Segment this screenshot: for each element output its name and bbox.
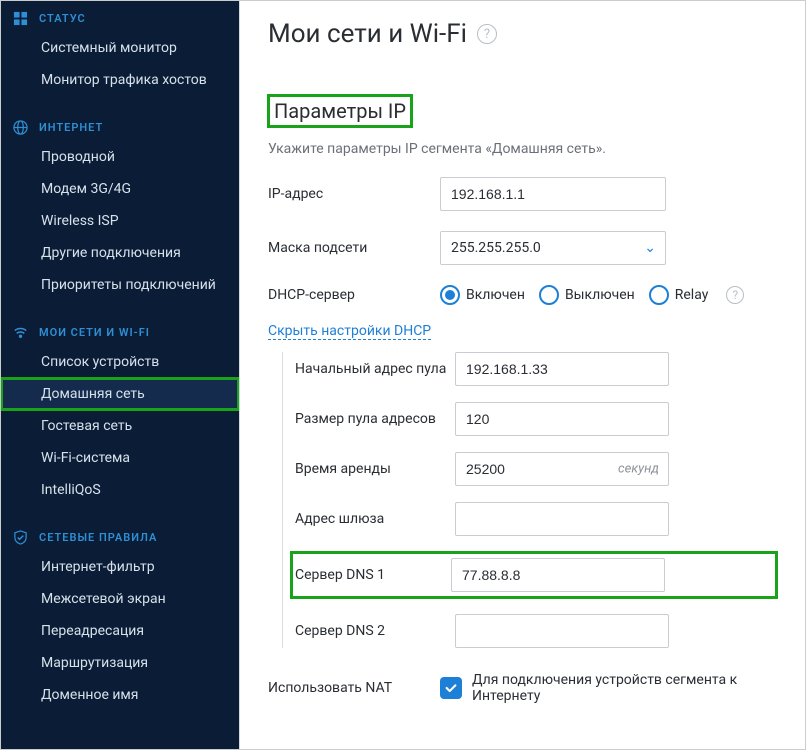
ip-address-label: IP-адрес — [268, 186, 440, 202]
check-icon — [444, 681, 458, 695]
dhcp-radio-group: Включен Выключен Relay ? — [440, 285, 744, 305]
row-ip-address: IP-адрес — [268, 177, 777, 211]
sidebar-item-modem[interactable]: Модем 3G/4G — [1, 173, 239, 205]
toggle-dhcp-settings-link[interactable]: Скрыть настройки DHCP — [268, 323, 431, 340]
radio-icon — [539, 285, 559, 305]
dhcp-radio-relay-label: Relay — [675, 287, 709, 303]
subnet-mask-value: 255.255.255.0 — [451, 240, 541, 256]
sidebar-item-device-list[interactable]: Список устройств — [1, 346, 239, 378]
row-use-nat: Использовать NAT Для подключения устройс… — [268, 672, 777, 704]
sidebar-item-domain-name[interactable]: Доменное имя — [1, 679, 239, 711]
sidebar-item-intelliqos[interactable]: IntelliQoS — [1, 474, 239, 506]
gateway-label: Адрес шлюза — [295, 511, 455, 527]
row-subnet-mask: Маска подсети 255.255.255.0 ⌄ — [268, 231, 777, 265]
dhcp-radio-relay[interactable]: Relay — [649, 285, 713, 305]
use-nat-label: Использовать NAT — [268, 680, 440, 696]
pool-start-input[interactable] — [455, 352, 669, 386]
radio-icon — [440, 285, 460, 305]
help-icon[interactable]: ? — [726, 286, 744, 304]
sidebar-item-guest-network[interactable]: Гостевая сеть — [1, 410, 239, 442]
wifi-icon — [11, 325, 29, 340]
dashboard-icon — [11, 11, 29, 26]
row-dhcp-server: DHCP-сервер Включен Выключен Relay ? — [268, 285, 777, 305]
sidebar-item-internet-filter[interactable]: Интернет-фильтр — [1, 551, 239, 583]
sidebar-item-wired[interactable]: Проводной — [1, 141, 239, 173]
sidebar-group-header-rules[interactable]: СЕТЕВЫЕ ПРАВИЛА — [1, 524, 239, 551]
row-gateway: Адрес шлюза — [295, 502, 777, 536]
page-title-row: Мои сети и Wi-Fi ? — [240, 1, 805, 59]
row-dns1: Сервер DNS 1 — [291, 552, 777, 598]
dhcp-settings-block: Начальный адрес пула Размер пула адресов… — [282, 352, 777, 648]
sidebar-group-label: СЕТЕВЫЕ ПРАВИЛА — [39, 531, 157, 544]
dhcp-radio-off-label: Выключен — [565, 287, 635, 303]
ip-parameters-section: Параметры IP Укажите параметры IP сегмен… — [240, 95, 805, 704]
lease-time-label: Время аренды — [295, 461, 455, 477]
sidebar-item-port-forwarding[interactable]: Переадресация — [1, 615, 239, 647]
globe-icon — [11, 120, 29, 135]
sidebar-group-header-internet[interactable]: ИНТЕРНЕТ — [1, 114, 239, 141]
pool-size-input[interactable] — [455, 402, 669, 436]
sidebar-item-home-network[interactable]: Домашняя сеть — [1, 378, 239, 410]
sidebar-item-traffic-monitor[interactable]: Монитор трафика хостов — [1, 64, 239, 96]
dns2-label: Сервер DNS 2 — [295, 623, 455, 639]
sidebar-group-header-status[interactable]: СТАТУС — [1, 5, 239, 32]
help-icon[interactable]: ? — [477, 24, 497, 44]
sidebar-item-firewall[interactable]: Межсетевой экран — [1, 583, 239, 615]
use-nat-checkbox[interactable] — [440, 677, 462, 699]
dhcp-server-label: DHCP-сервер — [268, 287, 440, 303]
sidebar-group-header-networks[interactable]: МОИ СЕТИ И WI-FI — [1, 319, 239, 346]
ip-address-input[interactable] — [440, 177, 666, 211]
gateway-input[interactable] — [455, 502, 669, 536]
page-title: Мои сети и Wi-Fi — [268, 19, 467, 49]
row-lease-time: Время аренды секунд — [295, 452, 777, 486]
dns2-input[interactable] — [455, 614, 669, 648]
dhcp-radio-on[interactable]: Включен — [440, 285, 529, 305]
dhcp-radio-on-label: Включен — [466, 287, 525, 303]
sidebar-item-routing[interactable]: Маршрутизация — [1, 647, 239, 679]
shield-icon — [11, 530, 29, 545]
section-description: Укажите параметры IP сегмента «Домашняя … — [268, 141, 777, 157]
sidebar-item-wifi-system[interactable]: Wi-Fi-система — [1, 442, 239, 474]
dhcp-radio-off[interactable]: Выключен — [539, 285, 639, 305]
sidebar: СТАТУС Системный монитор Монитор трафика… — [1, 1, 239, 749]
sidebar-item-priorities[interactable]: Приоритеты подключений — [1, 269, 239, 301]
row-pool-size: Размер пула адресов — [295, 402, 777, 436]
sidebar-item-wireless-isp[interactable]: Wireless ISP — [1, 205, 239, 237]
sidebar-item-other-connections[interactable]: Другие подключения — [1, 237, 239, 269]
row-pool-start: Начальный адрес пула — [295, 352, 777, 386]
use-nat-description: Для подключения устройств сегмента к Инт… — [472, 672, 777, 704]
sidebar-group-label: СТАТУС — [39, 12, 86, 25]
row-dns2: Сервер DNS 2 — [295, 614, 777, 648]
sidebar-item-system-monitor[interactable]: Системный монитор — [1, 32, 239, 64]
sidebar-group-label: МОИ СЕТИ И WI-FI — [39, 326, 150, 339]
main-content: Мои сети и Wi-Fi ? Параметры IP Укажите … — [239, 1, 805, 749]
pool-start-label: Начальный адрес пула — [295, 361, 455, 377]
section-title: Параметры IP — [268, 95, 412, 127]
subnet-mask-select[interactable]: 255.255.255.0 ⌄ — [440, 231, 666, 265]
subnet-mask-label: Маска подсети — [268, 240, 440, 256]
radio-icon — [649, 285, 669, 305]
pool-size-label: Размер пула адресов — [295, 411, 455, 427]
dns1-input[interactable] — [451, 558, 665, 592]
dns1-label: Сервер DNS 1 — [291, 567, 451, 583]
lease-time-input[interactable] — [455, 452, 669, 486]
sidebar-group-label: ИНТЕРНЕТ — [39, 121, 103, 134]
